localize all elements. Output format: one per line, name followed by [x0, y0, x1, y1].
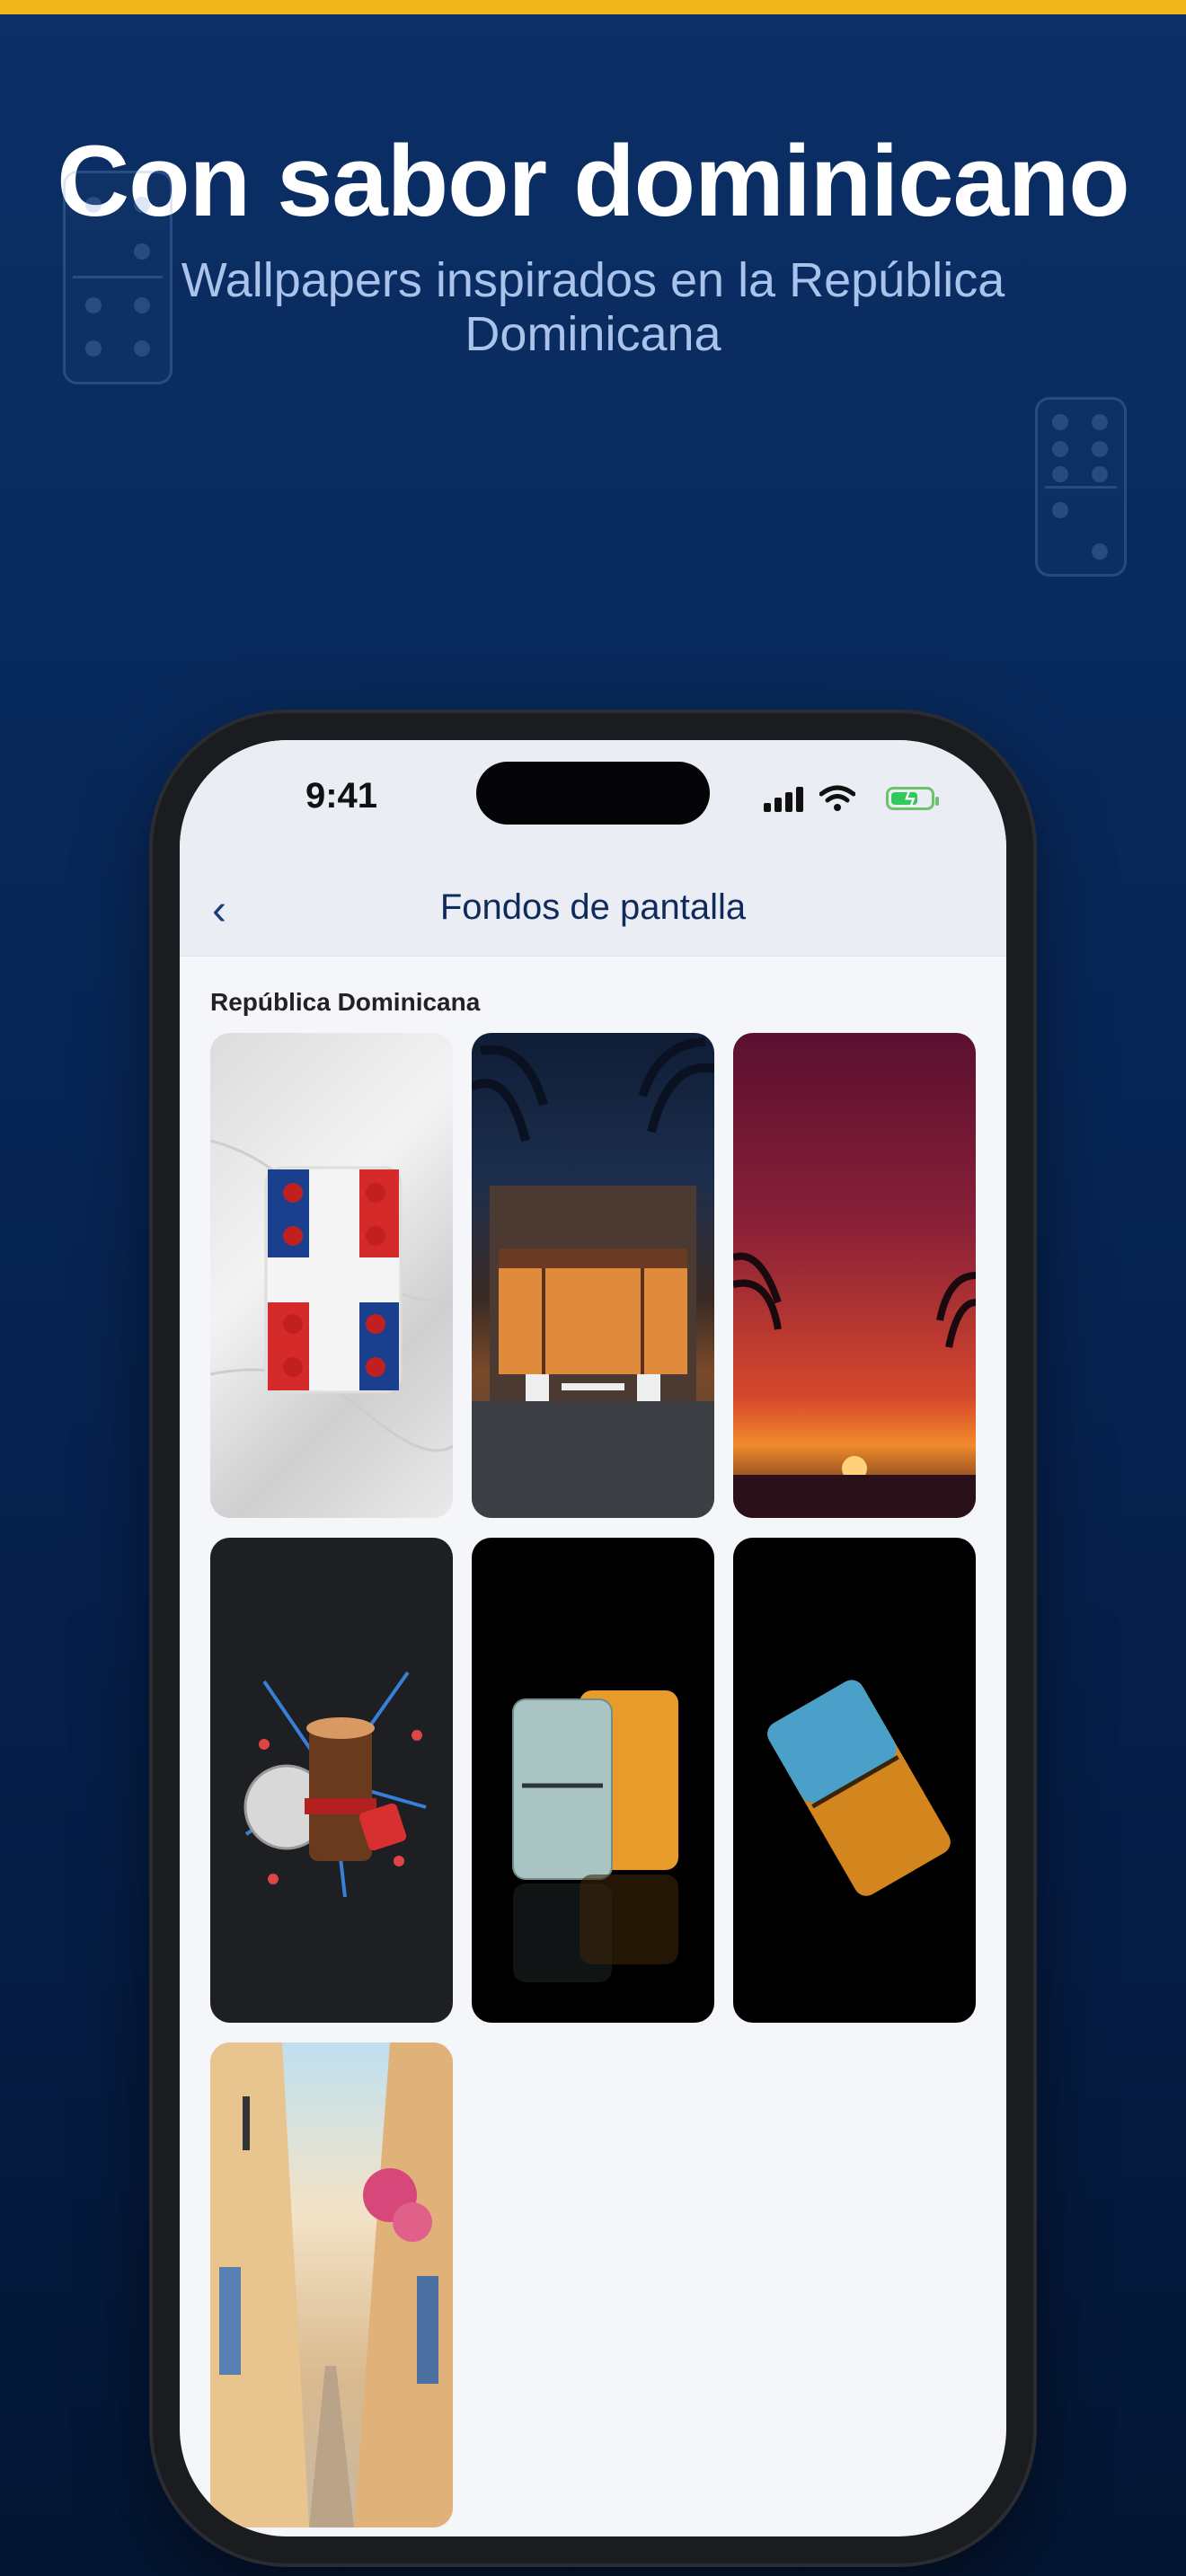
domino-decoration-left	[63, 171, 173, 384]
phone-screen: 9:41 ϟ ‹ Fondos de pantalla República Do…	[180, 740, 1006, 2536]
domino-decoration-right	[1035, 397, 1127, 577]
promo-headline: Con sabor dominicano	[57, 125, 1129, 237]
battery-charging-icon: ϟ	[886, 787, 939, 810]
dynamic-island	[476, 762, 710, 825]
phone-mockup: 9:41 ϟ ‹ Fondos de pantalla República Do…	[153, 713, 1033, 2563]
wallpaper-thumb-colonial-street[interactable]	[210, 2042, 453, 2527]
wallpaper-thumb-tambora-guira[interactable]	[210, 1538, 453, 2023]
wallpaper-thumb-amber-domino[interactable]	[733, 1538, 976, 2023]
section-label: República Dominicana	[210, 988, 481, 1016]
status-time: 9:41	[305, 776, 378, 816]
wallpaper-thumb-marble-dominoes[interactable]	[472, 1538, 714, 2023]
status-icons: ϟ	[764, 785, 939, 812]
wallpaper-thumb-domino-flag[interactable]	[210, 1033, 453, 1518]
nav-title: Fondos de pantalla	[439, 887, 747, 927]
cellular-signal-icon	[764, 785, 805, 812]
promo-subline: Wallpapers inspirados en la República Do…	[181, 253, 1005, 361]
nav-bar: ‹ Fondos de pantalla	[180, 866, 1006, 957]
accent-bar	[0, 0, 1186, 14]
status-bar: 9:41 ϟ	[180, 740, 1006, 866]
wifi-icon	[819, 785, 855, 811]
wallpaper-thumb-palm-sunset[interactable]	[733, 1033, 976, 1518]
wallpaper-thumb-colmado-night[interactable]	[472, 1033, 714, 1518]
